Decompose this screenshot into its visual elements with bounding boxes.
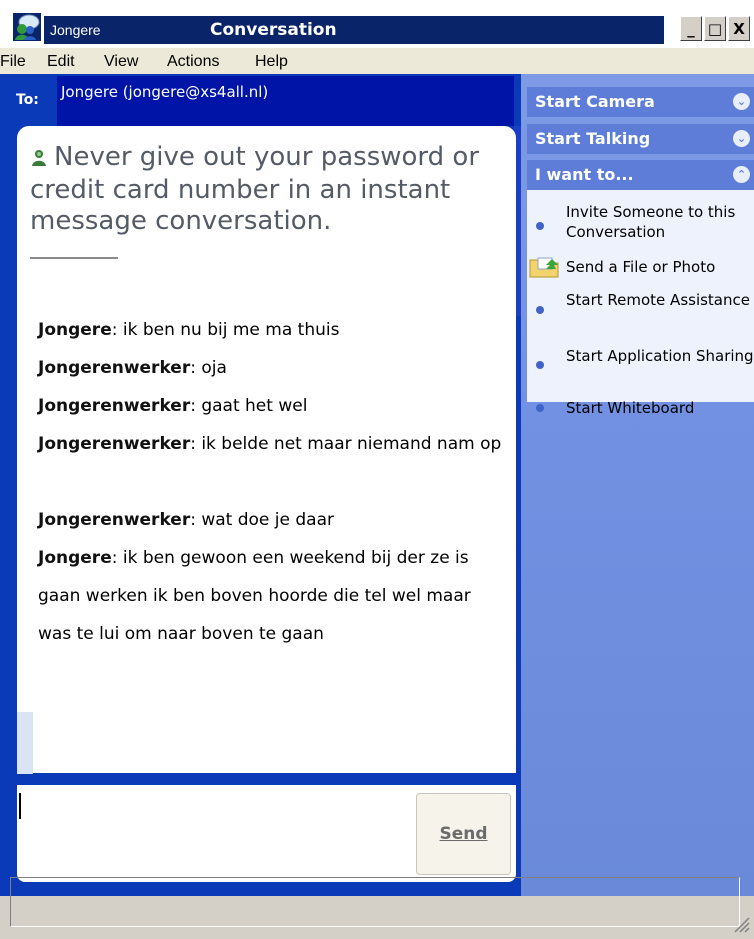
message-sender: Jongere [38, 548, 112, 568]
message-text: : gaat het wel [190, 396, 308, 416]
start-camera-header[interactable]: Start Camera ⌄ [527, 87, 754, 117]
message-line: Jongere: ik ben nu bij me ma thuis [38, 311, 508, 349]
bullet-icon [536, 361, 544, 369]
message-line: Jongerenwerker: gaat het wel [38, 387, 508, 425]
maximize-icon: □ [707, 19, 723, 38]
message-sender: Jongerenwerker [38, 396, 191, 416]
send-button[interactable]: Send [416, 793, 511, 875]
chevron-up-icon[interactable]: ⌃ [733, 166, 750, 183]
close-icon: X [733, 19, 745, 38]
i-want-to-header[interactable]: I want to... ⌃ [527, 160, 754, 190]
message-sender: Jongerenwerker [38, 434, 191, 454]
history-margin [17, 712, 33, 774]
task-invite-someone[interactable]: Invite Someone to this Conversation [566, 202, 754, 242]
i-want-to-label: I want to... [535, 165, 634, 184]
message-sender: Jongere [38, 320, 112, 340]
bullet-icon [536, 222, 544, 230]
menu-help[interactable]: Help [255, 52, 288, 72]
chevron-down-icon[interactable]: ⌄ [733, 93, 750, 110]
security-warning-text: Never give out your password or credit c… [30, 142, 480, 236]
menu-file[interactable]: File [0, 52, 26, 72]
message-line: Jongere: ik ben gewoon een weekend bij d… [38, 539, 508, 653]
bullet-icon [536, 404, 544, 412]
window-title: Conversation [204, 16, 664, 44]
maximize-button[interactable]: □ [704, 16, 726, 41]
message-text: : wat doe je daar [190, 510, 334, 530]
bullet-icon [536, 306, 544, 314]
task-send-file[interactable]: Send a File or Photo [566, 257, 754, 277]
security-warning: Never give out your password or credit c… [30, 142, 508, 237]
message-text: : oja [190, 358, 227, 378]
to-contact[interactable]: Jongere (jongere@xs4all.nl) [61, 83, 268, 101]
task-application-sharing[interactable]: Start Application Sharing [566, 346, 754, 366]
warning-divider [30, 257, 118, 259]
close-button[interactable]: X [728, 16, 750, 41]
message-line: Jongerenwerker: ik belde net maar nieman… [38, 425, 508, 463]
warning-buddy-icon [30, 144, 48, 175]
message-sender: Jongerenwerker [38, 510, 191, 530]
folder-photo-icon [528, 255, 562, 279]
messenger-buddy-icon [13, 13, 41, 41]
start-talking-header[interactable]: Start Talking ⌄ [527, 124, 754, 154]
resize-grip-icon[interactable] [732, 915, 750, 933]
status-panel [10, 877, 740, 927]
minimize-button[interactable]: _ [680, 16, 702, 41]
start-camera-label: Start Camera [535, 92, 655, 111]
message-line: Jongerenwerker: oja [38, 349, 508, 387]
task-whiteboard[interactable]: Start Whiteboard [566, 398, 754, 418]
task-remote-assistance[interactable]: Start Remote Assistance [566, 290, 754, 310]
window-title-contact: Jongere [44, 16, 204, 44]
message-line: Jongerenwerker: wat doe je daar [38, 501, 508, 539]
menu-edit[interactable]: Edit [47, 52, 75, 72]
to-label: To: [16, 92, 39, 108]
text-cursor [19, 793, 21, 819]
message-sender: Jongerenwerker [38, 358, 191, 378]
message-text: : ik belde net maar niemand nam op [190, 434, 502, 454]
minimize-icon: _ [687, 19, 695, 38]
send-button-label: Send [439, 824, 488, 844]
chevron-down-icon[interactable]: ⌄ [733, 130, 750, 147]
menu-view[interactable]: View [104, 52, 138, 72]
message-text: : ik ben nu bij me ma thuis [111, 320, 340, 340]
start-talking-label: Start Talking [535, 129, 651, 148]
menu-actions[interactable]: Actions [167, 52, 219, 72]
